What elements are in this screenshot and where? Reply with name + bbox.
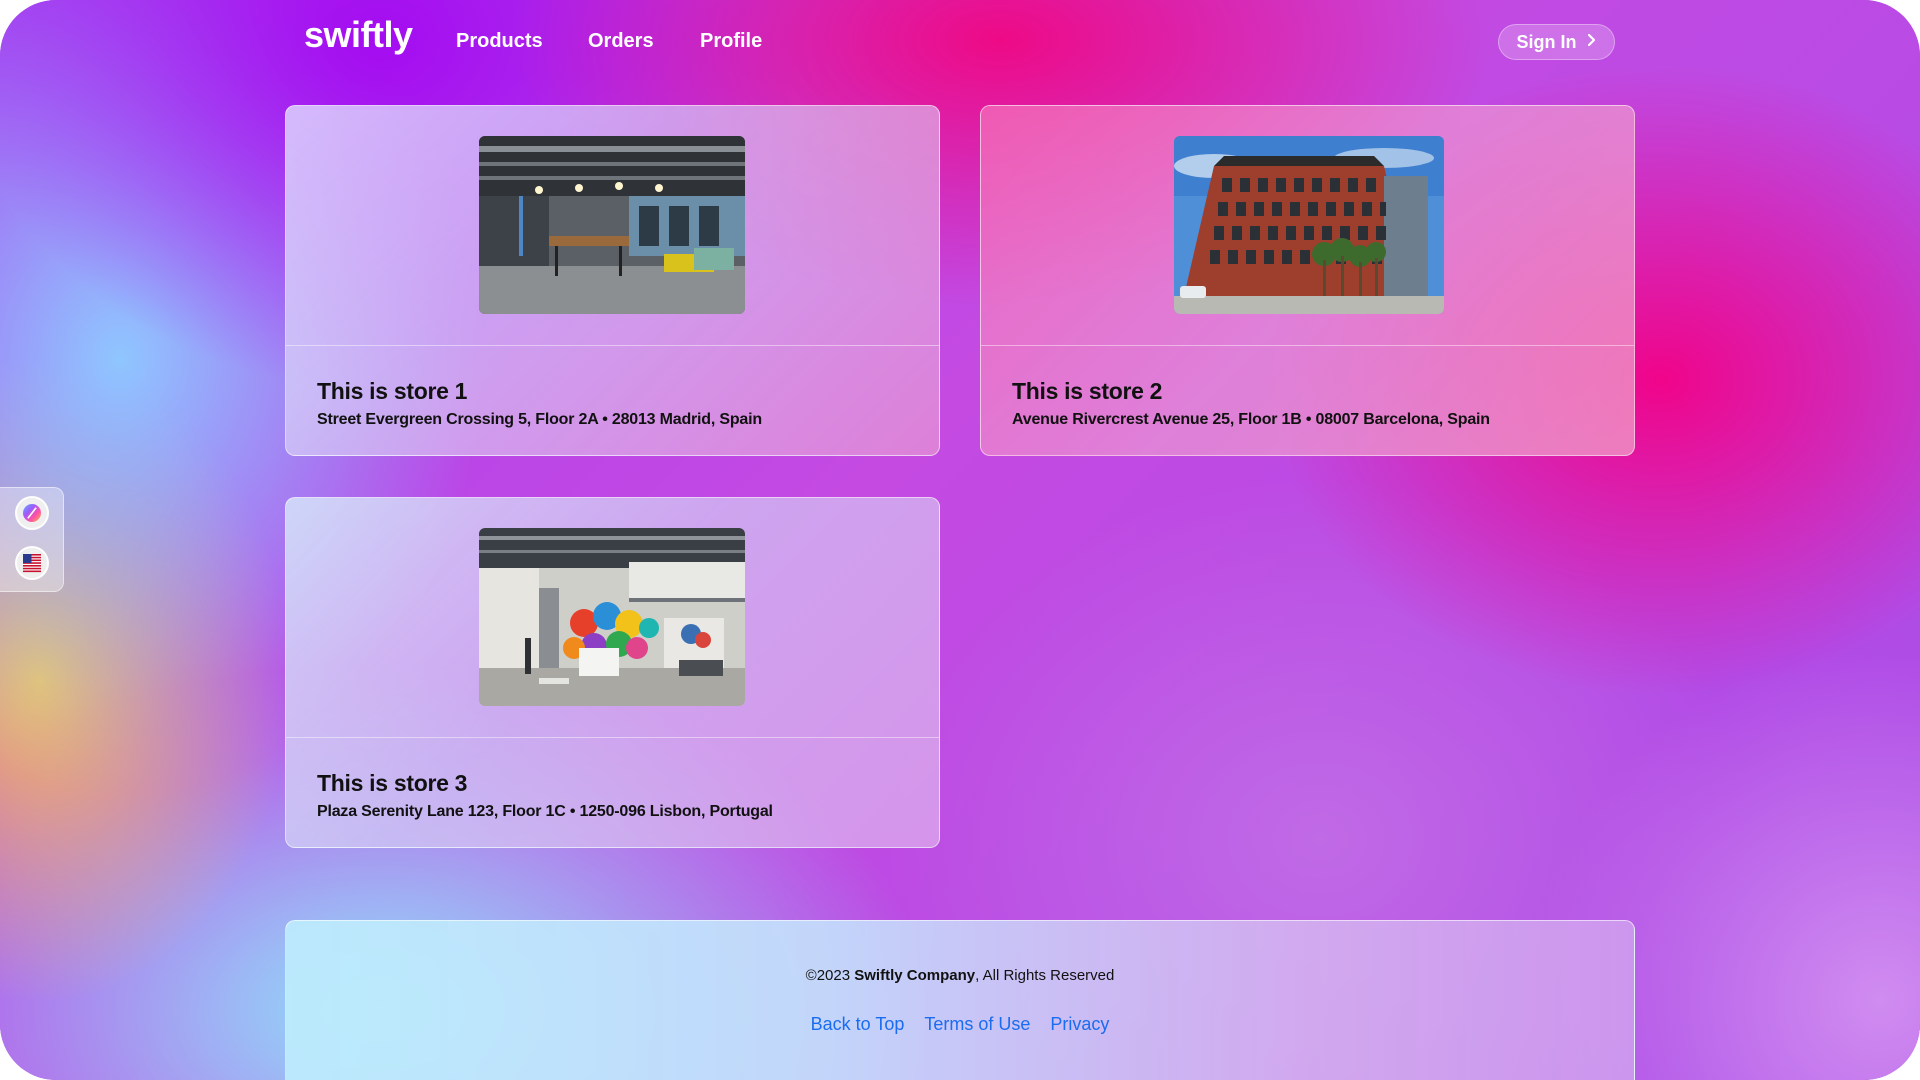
terms-of-use-link[interactable]: Terms of Use <box>924 1014 1030 1035</box>
store-address: Street Evergreen Crossing 5, Floor 2A • … <box>317 411 762 428</box>
store-address: Plaza Serenity Lane 123, Floor 1C • 1250… <box>317 803 773 820</box>
nav-link-products[interactable]: Products <box>456 30 543 53</box>
store-card-image-area <box>286 106 939 346</box>
top-nav: swiftly Products Orders Profile Sign In <box>0 0 1920 90</box>
store-title: This is store 3 <box>317 770 468 796</box>
chevron-right-icon <box>1587 33 1597 51</box>
logo[interactable]: swiftly <box>304 14 413 56</box>
company-name: Swiftly Company <box>854 967 976 984</box>
store-photo <box>1174 136 1444 314</box>
store-card[interactable]: This is store 1 Street Evergreen Crossin… <box>285 105 940 456</box>
footer-links: Back to Top Terms of Use Privacy <box>286 1014 1634 1035</box>
store-photo <box>479 528 745 706</box>
sign-in-button[interactable]: Sign In <box>1498 24 1615 60</box>
nav-link-orders[interactable]: Orders <box>588 30 654 53</box>
copyright-text: ©2023 Swiftly Company, All Rights Reserv… <box>286 967 1634 984</box>
nav-link-profile[interactable]: Profile <box>700 30 762 53</box>
footer: ©2023 Swiftly Company, All Rights Reserv… <box>285 920 1635 1080</box>
store-title: This is store 1 <box>317 378 468 404</box>
store-card[interactable]: This is store 3 Plaza Serenity Lane 123,… <box>285 497 940 848</box>
store-card-image-area <box>981 106 1634 346</box>
store-photo <box>479 136 745 314</box>
privacy-link[interactable]: Privacy <box>1050 1014 1109 1035</box>
theme-palette-icon[interactable] <box>15 496 49 530</box>
store-title: This is store 2 <box>1012 378 1163 404</box>
sign-in-label: Sign In <box>1516 31 1577 52</box>
store-card[interactable]: This is store 2 Avenue Rivercrest Avenue… <box>980 105 1635 456</box>
app-viewport: swiftly Products Orders Profile Sign In <box>0 0 1920 1080</box>
copyright-suffix: , All Rights Reserved <box>975 967 1115 984</box>
us-flag-icon[interactable] <box>15 546 49 580</box>
store-card-image-area <box>286 498 939 738</box>
back-to-top-link[interactable]: Back to Top <box>811 1014 905 1035</box>
store-address: Avenue Rivercrest Avenue 25, Floor 1B • … <box>1012 411 1490 428</box>
copyright-prefix: ©2023 <box>805 967 855 984</box>
side-settings-widget <box>0 487 64 592</box>
